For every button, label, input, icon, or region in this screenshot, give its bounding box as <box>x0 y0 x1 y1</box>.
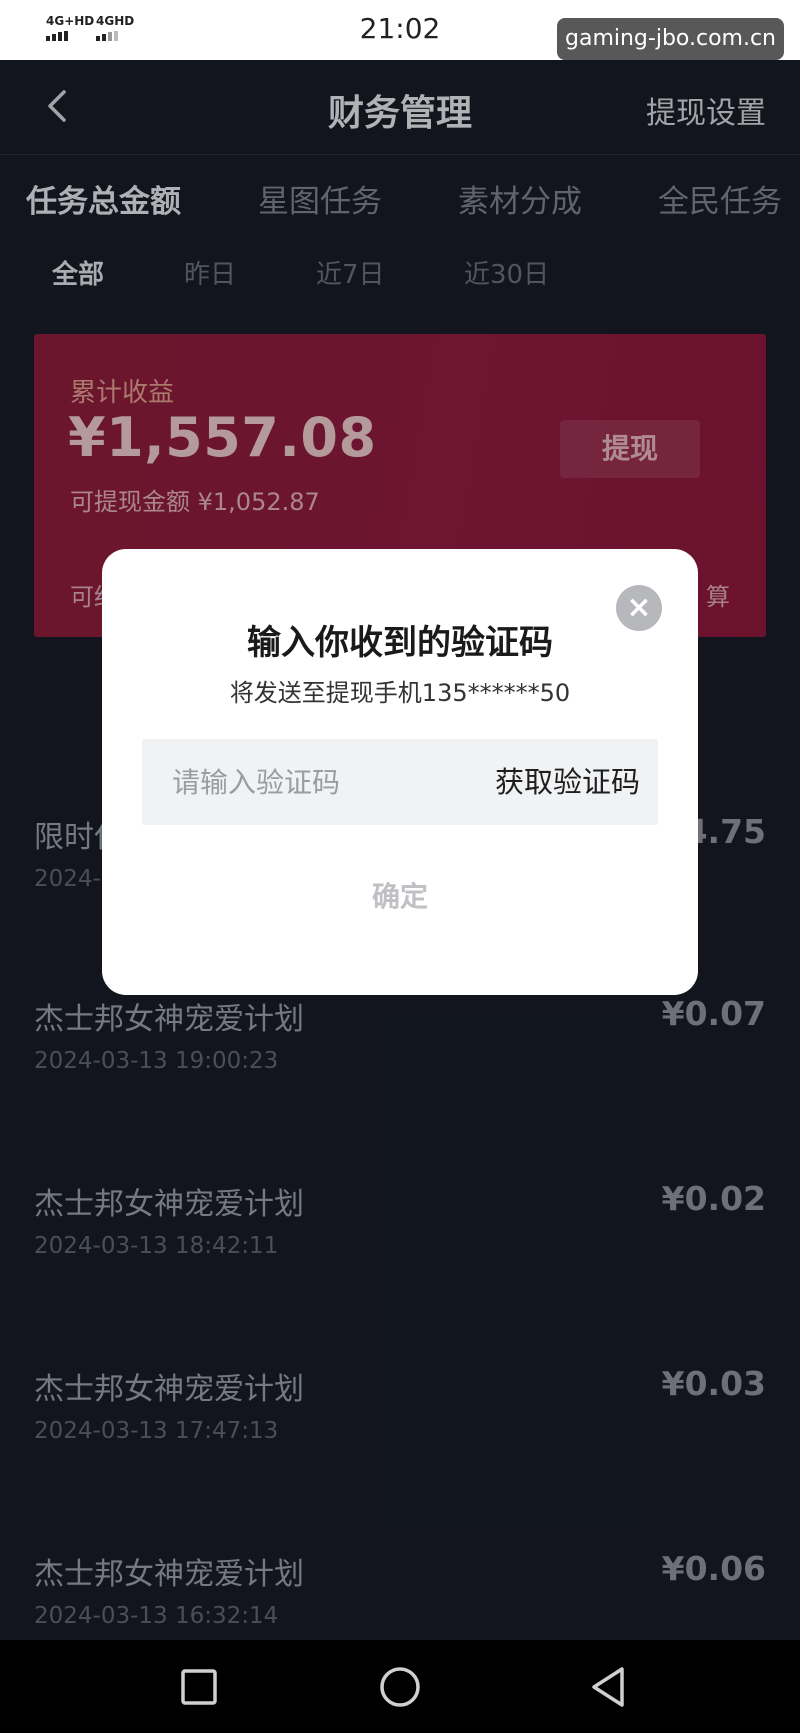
square-icon[interactable] <box>172 1660 226 1714</box>
system-nav-bar <box>0 1640 800 1733</box>
verification-code-input[interactable] <box>142 739 442 825</box>
triangle-back-icon[interactable] <box>582 1660 636 1714</box>
confirm-button[interactable]: 确定 <box>142 865 658 929</box>
verification-dialog: × 输入你收到的验证码 将发送至提现手机135******50 获取验证码 确定 <box>102 549 698 995</box>
status-bar: 4G+HD 4GHD 21:02 gaming-jbo.com.cn <box>0 0 800 60</box>
watermark: gaming-jbo.com.cn <box>557 18 784 60</box>
dialog-subtitle: 将发送至提现手机135******50 <box>229 679 571 707</box>
code-input-row: 获取验证码 <box>142 739 658 825</box>
get-code-button[interactable]: 获取验证码 <box>495 739 640 825</box>
dialog-title: 输入你收到的验证码 <box>247 623 553 663</box>
circle-icon[interactable] <box>373 1660 427 1714</box>
